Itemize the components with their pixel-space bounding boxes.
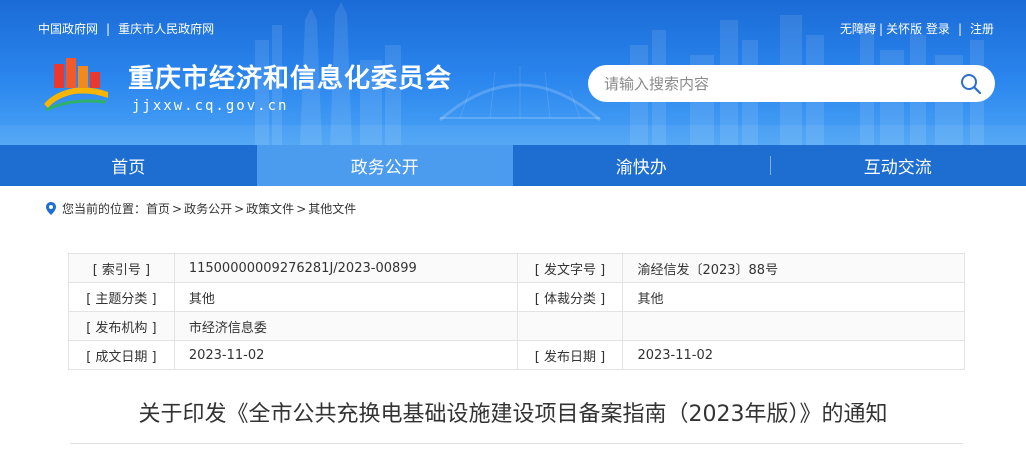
table-row: [ 索引号 ] 11500000009276281J/2023-00899 [ … xyxy=(68,253,965,283)
nav-item-yu-kuai-ban[interactable]: 渝快办 xyxy=(513,145,770,186)
search-input[interactable] xyxy=(604,65,944,102)
breadcrumb-other-docs[interactable]: 其他文件 xyxy=(308,200,356,217)
table-row: [ 成文日期 ] 2023-11-02 [ 发布日期 ] 2023-11-02 xyxy=(68,340,965,370)
genre-category-label: [ 体裁分类 ] xyxy=(516,282,624,312)
nav-item-home[interactable]: 首页 xyxy=(0,145,257,186)
topbar-user-links: 无障碍 | 关怀版 登录 | 注册 xyxy=(840,20,994,37)
table-row: [ 发布机构 ] 市经济信息委 xyxy=(68,311,965,341)
document-title: 关于印发《全市公共充换电基础设施建设项目备案指南（2023年版）》的通知 xyxy=(138,402,888,427)
breadcrumb-separator: > xyxy=(172,201,183,216)
index-number-value: 11500000009276281J/2023-00899 xyxy=(173,253,518,283)
issuing-agency-label: [ 发布机构 ] xyxy=(68,311,175,341)
empty-cell xyxy=(622,311,965,341)
link-cq-gov[interactable]: 重庆市人民政府网 xyxy=(118,22,214,36)
empty-cell xyxy=(516,311,624,341)
table-row: [ 主题分类 ] 其他 [ 体裁分类 ] 其他 xyxy=(68,282,965,312)
main-nav: 首页 政务公开 渝快办 互动交流 xyxy=(0,145,1026,186)
search-box xyxy=(588,65,995,102)
issuing-agency-value: 市经济信息委 xyxy=(173,311,518,341)
topbar-separator: | xyxy=(957,22,962,36)
site-logo-icon[interactable] xyxy=(40,52,112,112)
topbar-separator: | xyxy=(106,22,111,36)
topbar-separator: | xyxy=(879,22,884,36)
search-icon[interactable] xyxy=(959,72,983,96)
document-metadata-table: [ 索引号 ] 11500000009276281J/2023-00899 [ … xyxy=(68,253,965,370)
register-link[interactable]: 注册 xyxy=(970,22,994,36)
nav-item-gov-affairs[interactable]: 政务公开 xyxy=(256,145,513,186)
breadcrumb-policy-docs[interactable]: 政策文件 xyxy=(246,200,294,217)
document-number-value: 渝经信发〔2023〕88号 xyxy=(622,253,965,283)
breadcrumb-separator: > xyxy=(234,201,245,216)
breadcrumb-gov-affairs[interactable]: 政务公开 xyxy=(184,200,232,217)
breadcrumb-separator: > xyxy=(296,201,307,216)
nav-item-interaction[interactable]: 互动交流 xyxy=(769,145,1026,186)
written-date-label: [ 成文日期 ] xyxy=(68,340,175,370)
accessibility-link[interactable]: 无障碍 xyxy=(840,22,876,36)
breadcrumb: 您当前的位置： 首页 > 政务公开 > 政策文件 > 其他文件 xyxy=(46,200,356,217)
published-date-value: 2023-11-02 xyxy=(622,340,965,370)
topbar-gov-links: 中国政府网 | 重庆市人民政府网 xyxy=(38,20,214,37)
elderly-mode-link[interactable]: 关怀版 xyxy=(886,22,922,36)
title-divider xyxy=(70,443,963,444)
login-link[interactable]: 登录 xyxy=(926,22,950,36)
genre-category-value: 其他 xyxy=(622,282,965,312)
site-title[interactable]: 重庆市经济和信息化委员会 xyxy=(128,58,452,95)
location-pin-icon xyxy=(46,202,56,215)
link-gov-cn[interactable]: 中国政府网 xyxy=(38,22,98,36)
breadcrumb-home[interactable]: 首页 xyxy=(146,200,170,217)
published-date-label: [ 发布日期 ] xyxy=(516,340,624,370)
document-number-label: [ 发文字号 ] xyxy=(516,253,624,283)
breadcrumb-prefix: 您当前的位置： xyxy=(62,202,147,216)
index-number-label: [ 索引号 ] xyxy=(68,253,175,283)
site-domain: jjxxw.cq.gov.cn xyxy=(132,98,289,114)
written-date-value: 2023-11-02 xyxy=(173,340,518,370)
site-header: 中国政府网 | 重庆市人民政府网 无障碍 | 关怀版 登录 | 注册 重庆市经济和信息化委员… xyxy=(0,0,1026,145)
topic-category-label: [ 主题分类 ] xyxy=(68,282,175,312)
topic-category-value: 其他 xyxy=(173,282,518,312)
